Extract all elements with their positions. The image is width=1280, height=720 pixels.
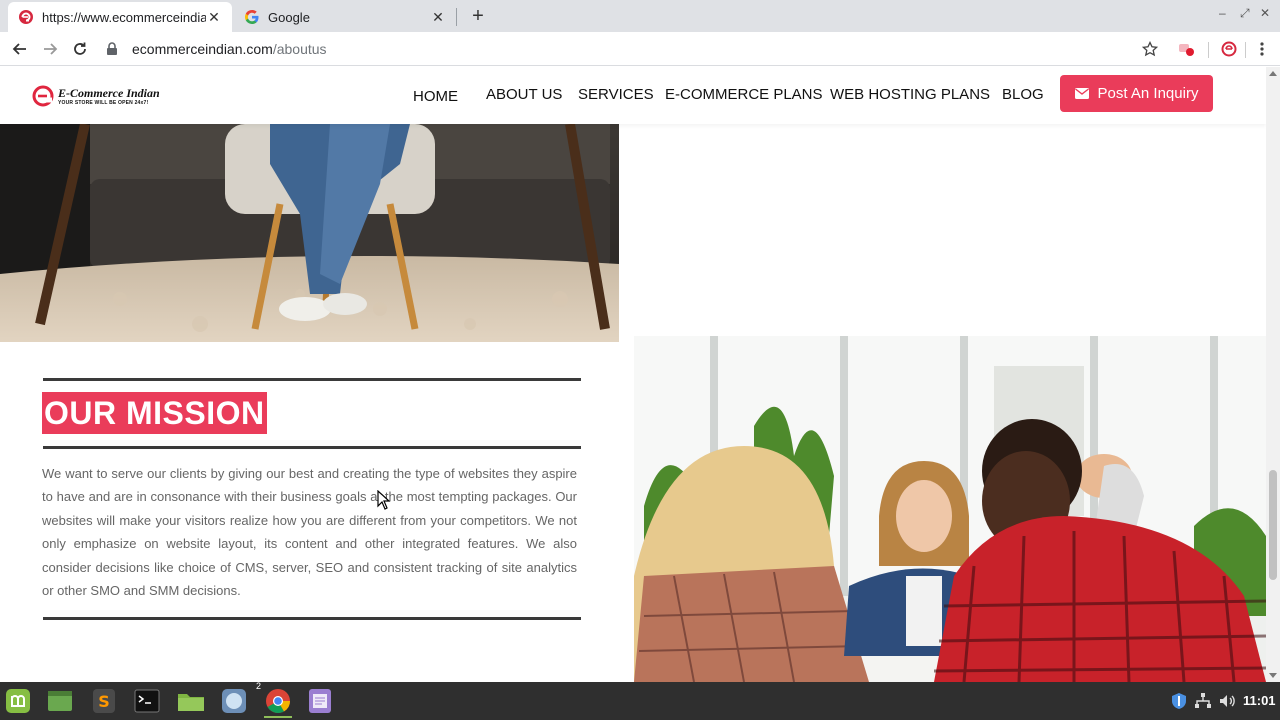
page-scrollbar[interactable] bbox=[1266, 67, 1280, 682]
site-logo[interactable]: E-Commerce Indian YOUR STORE WILL BE OPE… bbox=[32, 85, 160, 107]
back-arrow-icon bbox=[12, 43, 26, 55]
close-window-icon[interactable]: ✕ bbox=[1260, 6, 1270, 20]
bookmark-star-icon[interactable] bbox=[1140, 39, 1160, 59]
nav-web-hosting-plans[interactable]: WEB HOSTING PLANS bbox=[830, 86, 990, 103]
maximize-icon[interactable]: ⤢ bbox=[1240, 6, 1250, 21]
close-tab-icon[interactable]: ✕ bbox=[430, 9, 446, 26]
system-clock[interactable]: 11:01 bbox=[1243, 693, 1276, 708]
terminal-icon[interactable] bbox=[133, 687, 161, 715]
nav-blog[interactable]: BLOG bbox=[1002, 86, 1044, 103]
tab-ecommerceindian[interactable]: https://www.ecommerceindian. ✕ bbox=[8, 2, 232, 32]
sublime-text-icon[interactable]: S bbox=[90, 687, 118, 715]
logo-e-icon bbox=[32, 85, 54, 107]
about-photo-seated-person bbox=[0, 124, 619, 342]
minimize-icon[interactable]: – bbox=[1219, 6, 1226, 20]
scrollbar-thumb[interactable] bbox=[1269, 470, 1277, 580]
google-favicon-icon bbox=[245, 10, 259, 24]
site-header: E-Commerce Indian YOUR STORE WILL BE OPE… bbox=[0, 67, 1266, 124]
reload-icon bbox=[74, 42, 86, 55]
text-editor-icon[interactable] bbox=[306, 687, 334, 715]
network-icon[interactable] bbox=[1194, 692, 1212, 710]
nav-services[interactable]: SERVICES bbox=[578, 86, 654, 103]
tab-google[interactable]: Google ✕ bbox=[234, 2, 456, 32]
tab-divider bbox=[456, 8, 457, 26]
ecommerce-extension-icon[interactable] bbox=[1219, 39, 1239, 59]
nav-home[interactable]: HOME bbox=[413, 88, 458, 105]
forward-button[interactable] bbox=[38, 37, 62, 61]
logo-name: E-Commerce Indian bbox=[58, 85, 160, 100]
os-taskbar: S 2 11:01 bbox=[0, 681, 1280, 720]
toolbar-divider bbox=[1245, 42, 1246, 58]
extension-record-icon[interactable] bbox=[1176, 39, 1196, 59]
scroll-up-arrow-icon[interactable] bbox=[1269, 71, 1277, 76]
mission-title-rule bbox=[43, 446, 581, 449]
desktop-icon[interactable] bbox=[46, 687, 74, 715]
tab-bar: https://www.ecommerceindian. ✕ Google ✕ … bbox=[0, 0, 1280, 32]
nav-ecommerce-plans[interactable]: E-COMMERCE PLANS bbox=[665, 86, 823, 103]
url-path: /aboutus bbox=[272, 41, 327, 57]
nav-about-us[interactable]: ABOUT US bbox=[486, 86, 562, 103]
close-tab-icon[interactable]: ✕ bbox=[206, 9, 222, 26]
reload-button[interactable] bbox=[68, 37, 92, 61]
browser-toolbar: ecommerceindian.com/aboutus bbox=[0, 32, 1280, 66]
volume-icon[interactable] bbox=[1218, 692, 1236, 710]
chrome-window-count: 2 bbox=[256, 681, 262, 691]
scroll-down-arrow-icon[interactable] bbox=[1269, 673, 1277, 678]
web-page: E-Commerce Indian YOUR STORE WILL BE OPE… bbox=[0, 67, 1266, 682]
browser-icon[interactable] bbox=[220, 687, 248, 715]
back-button[interactable] bbox=[8, 37, 32, 61]
tab-title: https://www.ecommerceindian. bbox=[42, 9, 206, 25]
lock-icon bbox=[107, 42, 117, 55]
ecommerce-favicon-icon bbox=[19, 10, 33, 24]
address-bar[interactable]: ecommerceindian.com/aboutus bbox=[104, 35, 1164, 63]
about-photo-team-meeting bbox=[634, 336, 1266, 682]
post-inquiry-button[interactable]: Post An Inquiry bbox=[1060, 75, 1213, 112]
active-window-indicator bbox=[264, 716, 292, 718]
svg-text:S: S bbox=[98, 692, 110, 711]
shield-icon[interactable] bbox=[1170, 692, 1188, 710]
screen: https://www.ecommerceindian. ✕ Google ✕ … bbox=[0, 0, 1280, 720]
envelope-icon bbox=[1074, 88, 1089, 99]
toolbar-divider bbox=[1208, 42, 1209, 58]
logo-text: E-Commerce Indian YOUR STORE WILL BE OPE… bbox=[58, 87, 160, 106]
chrome-icon[interactable]: 2 bbox=[256, 681, 292, 718]
mint-menu-icon[interactable] bbox=[4, 687, 32, 715]
forward-arrow-icon bbox=[44, 43, 58, 55]
menu-kebab-icon[interactable] bbox=[1252, 39, 1272, 59]
logo-tagline: YOUR STORE WILL BE OPEN 24x7! bbox=[58, 99, 149, 106]
files-icon[interactable] bbox=[177, 687, 205, 715]
mission-bottom-rule bbox=[43, 617, 581, 620]
url-host: ecommerceindian.com bbox=[132, 41, 273, 57]
new-tab-button[interactable]: + bbox=[466, 4, 490, 28]
post-inquiry-label: Post An Inquiry bbox=[1097, 85, 1199, 102]
mission-body: We want to serve our clients by giving o… bbox=[42, 466, 577, 599]
mission-top-rule bbox=[43, 378, 581, 381]
tab-title: Google bbox=[268, 9, 310, 25]
mission-title: OUR MISSION bbox=[42, 392, 267, 434]
mouse-cursor-icon bbox=[377, 490, 391, 510]
